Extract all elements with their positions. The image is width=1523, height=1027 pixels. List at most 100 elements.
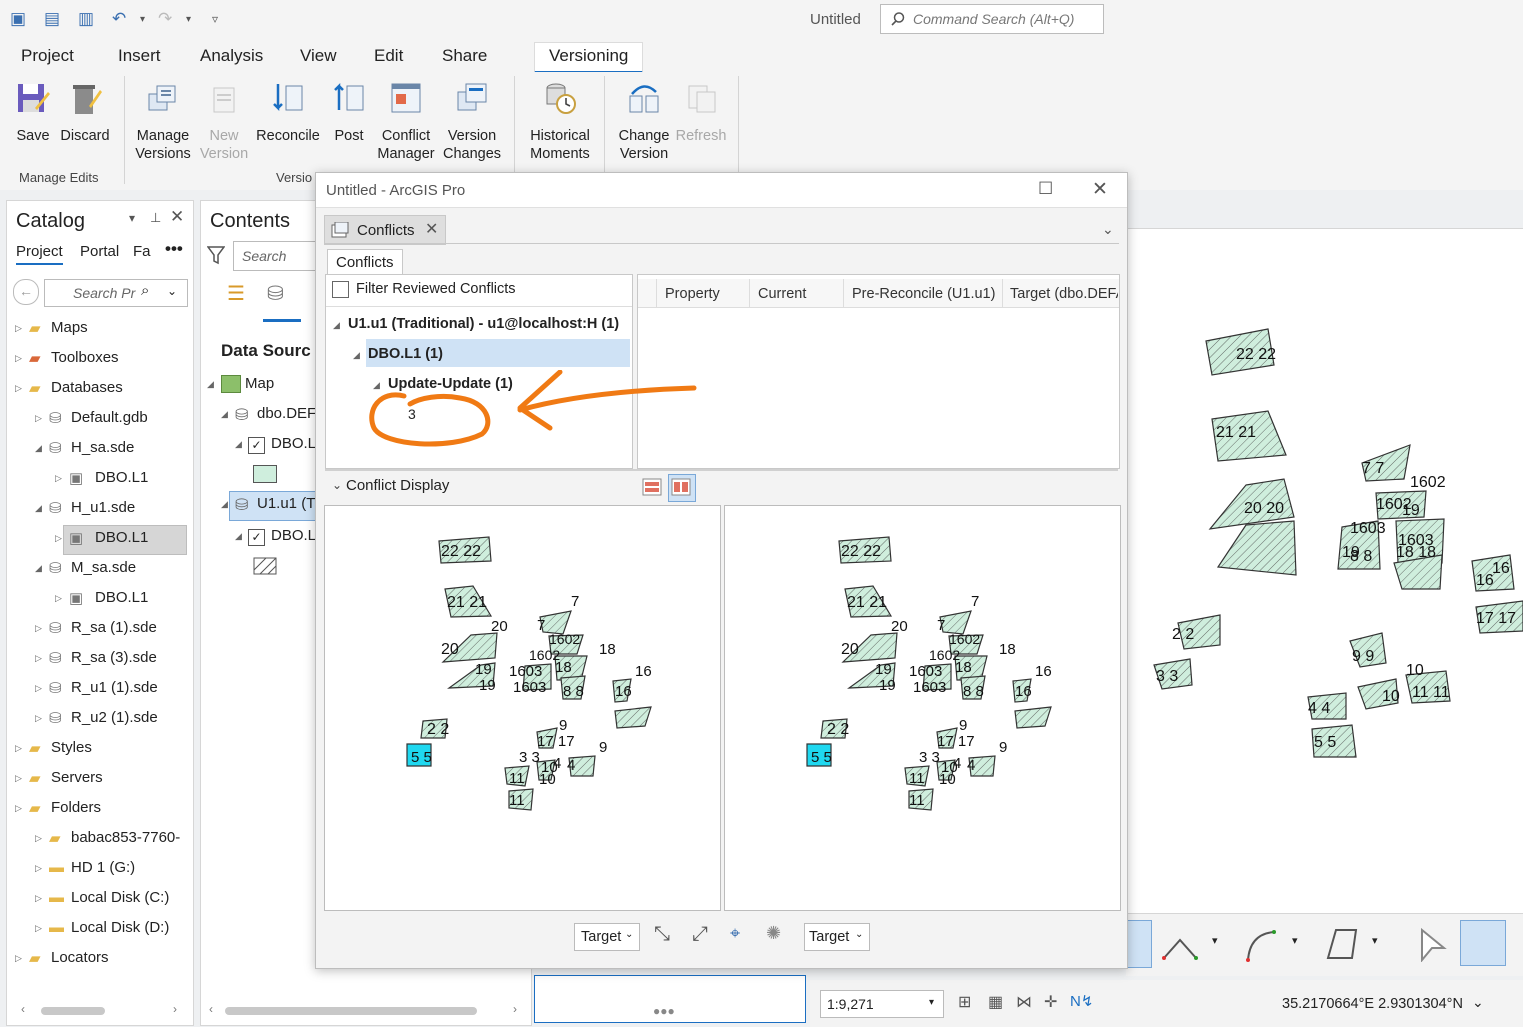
tab-view[interactable]: View: [300, 46, 337, 66]
parcel-polygon[interactable]: [1014, 706, 1052, 729]
col-target[interactable]: Target (dbo.DEFA: [1010, 286, 1118, 302]
collapse-icon[interactable]: ⌄: [332, 478, 342, 492]
list-by-data-source-icon[interactable]: ⛁: [267, 281, 284, 306]
catalog-item-h-sa-sde[interactable]: H_sa.sde: [71, 439, 134, 456]
expand-icon[interactable]: ◢: [35, 503, 42, 514]
list-by-drawing-order-icon[interactable]: ☰: [227, 281, 245, 306]
catalog-item-default-gdb[interactable]: Default.gdb: [71, 409, 148, 426]
horizontal-scrollbar[interactable]: ‹ ›: [201, 1001, 529, 1021]
map-canvas[interactable]: 22 2221 217 7160220 20 160216031918 18191…: [1126, 229, 1523, 914]
chevron-down-icon[interactable]: ▾: [1372, 934, 1378, 947]
reshape-tool-button[interactable]: [1460, 920, 1506, 966]
map-view[interactable]: 22 22 21 21 7 7 1602 20 20 1602 1603 19 18 18 19 1…: [1126, 228, 1523, 914]
expand-icon[interactable]: ◢: [235, 439, 242, 450]
scale-selector[interactable]: 1:9,271 ▾: [820, 990, 944, 1018]
expand-icon[interactable]: ▷: [15, 353, 22, 364]
close-tab-icon[interactable]: ✕: [425, 219, 438, 239]
pan-icon[interactable]: ✺: [766, 923, 781, 944]
catalog-item-babac853-folder[interactable]: babac853-7760-: [71, 829, 180, 846]
redo-icon[interactable]: ↷: [158, 9, 172, 29]
customize-qat-icon[interactable]: ▿: [212, 12, 218, 26]
catalog-item-h-u1-sde[interactable]: H_u1.sde: [71, 499, 135, 516]
expand-icon[interactable]: ▷: [35, 863, 42, 874]
version-changes-button[interactable]: Version Changes: [442, 80, 502, 163]
expand-icon[interactable]: ◢: [207, 379, 214, 390]
expand-icon[interactable]: ▷: [55, 473, 62, 484]
select-tool-icon[interactable]: [1418, 928, 1448, 962]
expand-icon[interactable]: ◢: [221, 499, 228, 510]
conflict-display-right-map[interactable]: 22 22 21 21 20 7 7 20 1602 18 1602 19 1603 18 16 19 16…: [724, 505, 1121, 911]
expand-icon[interactable]: ◢: [353, 350, 360, 361]
expand-icon[interactable]: ▷: [15, 383, 22, 394]
contents-dbo-def[interactable]: dbo.DEF: [257, 405, 316, 422]
catalog-tab-portal[interactable]: Portal: [80, 243, 119, 260]
tab-project[interactable]: Project: [21, 46, 74, 66]
catalog-item-local-disk-d[interactable]: Local Disk (D:): [71, 919, 169, 936]
command-search-input[interactable]: Command Search (Alt+Q): [880, 4, 1104, 34]
contents-map[interactable]: Map: [245, 375, 274, 392]
manage-versions-button[interactable]: Manage Versions: [134, 80, 192, 163]
tab-insert[interactable]: Insert: [118, 46, 161, 66]
left-version-dropdown[interactable]: Target ⌄: [574, 923, 640, 951]
crosshair-icon[interactable]: ✛: [1044, 992, 1057, 1012]
zoom-to-icon[interactable]: ⤡: [654, 923, 670, 946]
post-button[interactable]: Post: [330, 80, 368, 145]
col-pre-reconcile[interactable]: Pre-Reconcile (U1.u1): [852, 286, 995, 302]
expand-icon[interactable]: ◢: [235, 531, 242, 542]
conflicts-subtab[interactable]: Conflicts: [327, 249, 403, 276]
visibility-checkbox[interactable]: ✓: [248, 437, 265, 454]
catalog-item-m-sa-sde[interactable]: M_sa.sde: [71, 559, 136, 576]
expand-icon[interactable]: ▷: [15, 953, 22, 964]
filter-reviewed-checkbox[interactable]: [332, 281, 349, 298]
expand-icon[interactable]: ▷: [35, 653, 42, 664]
contents-u1[interactable]: U1.u1 (Tr: [257, 495, 320, 512]
contents-dbo-l1-a[interactable]: DBO.L: [271, 435, 316, 452]
catalog-item-servers[interactable]: Servers: [51, 769, 103, 786]
grid-icon[interactable]: ▦: [988, 992, 1003, 1012]
catalog-item-h-u1-dbo-l1[interactable]: DBO.L1: [95, 529, 148, 546]
close-icon[interactable]: ✕: [170, 207, 184, 227]
close-icon[interactable]: ✕: [1092, 178, 1108, 201]
new-project-icon[interactable]: ▣: [10, 9, 26, 29]
catalog-item-maps[interactable]: Maps: [51, 319, 88, 336]
expand-icon[interactable]: ▷: [55, 593, 62, 604]
visibility-checkbox[interactable]: ✓: [248, 529, 265, 546]
catalog-item-r-u1-1-sde[interactable]: R_u1 (1).sde: [71, 679, 158, 696]
expand-icon[interactable]: ▷: [35, 833, 42, 844]
north-arrow-icon[interactable]: N↯: [1070, 992, 1093, 1010]
tab-versioning[interactable]: Versioning: [534, 42, 644, 74]
more-options-icon[interactable]: •••: [165, 239, 183, 259]
parcel-polygon[interactable]: [614, 706, 652, 729]
splitter[interactable]: [325, 469, 1118, 471]
expand-icon[interactable]: ◢: [35, 563, 42, 574]
chevron-down-icon[interactable]: ⌄: [167, 284, 177, 298]
catalog-item-toolboxes[interactable]: Toolboxes: [51, 349, 119, 366]
chevron-down-icon[interactable]: ▾: [1212, 934, 1218, 947]
right-version-dropdown[interactable]: Target ⌄: [804, 923, 870, 951]
left-map-canvas[interactable]: 22 2221 21207720160218160219 1603 18 1619 16…: [325, 506, 720, 910]
add-grid-icon[interactable]: ⊞: [958, 992, 971, 1012]
catalog-search-input[interactable]: Search Pr ⌕ ⌄: [44, 279, 188, 307]
expand-icon[interactable]: ▷: [15, 323, 22, 334]
conflict-display-left-map[interactable]: 22 22 21 21 20 7 7 20 1602 18 1602 19 1603 18 16 19 16…: [324, 505, 721, 911]
save-project-icon[interactable]: ▥: [78, 9, 94, 29]
chevron-down-icon[interactable]: ⌄: [1102, 221, 1114, 238]
catalog-item-r-sa-1-sde[interactable]: R_sa (1).sde: [71, 619, 157, 636]
expand-icon[interactable]: ▷: [15, 803, 22, 814]
expand-icon[interactable]: ▷: [35, 413, 42, 424]
line-tool-icon[interactable]: [1160, 928, 1204, 964]
catalog-menu-icon[interactable]: ▾: [129, 211, 135, 225]
refresh-button[interactable]: Refresh: [674, 80, 728, 145]
back-icon[interactable]: ←: [13, 279, 39, 305]
catalog-item-locators[interactable]: Locators: [51, 949, 109, 966]
conflict-manager-button[interactable]: Conflict Manager: [374, 80, 438, 163]
chevron-down-icon[interactable]: ⌄: [1472, 994, 1484, 1011]
catalog-item-databases[interactable]: Databases: [51, 379, 123, 396]
tab-share[interactable]: Share: [442, 46, 487, 66]
maximize-icon[interactable]: ☐: [1038, 179, 1053, 199]
change-version-button[interactable]: Change Version: [616, 80, 672, 163]
expand-icon[interactable]: ◢: [221, 409, 228, 420]
horizontal-layout-icon[interactable]: [642, 477, 662, 497]
flash-icon[interactable]: ⌖: [730, 923, 740, 944]
expand-icon[interactable]: ▷: [35, 623, 42, 634]
